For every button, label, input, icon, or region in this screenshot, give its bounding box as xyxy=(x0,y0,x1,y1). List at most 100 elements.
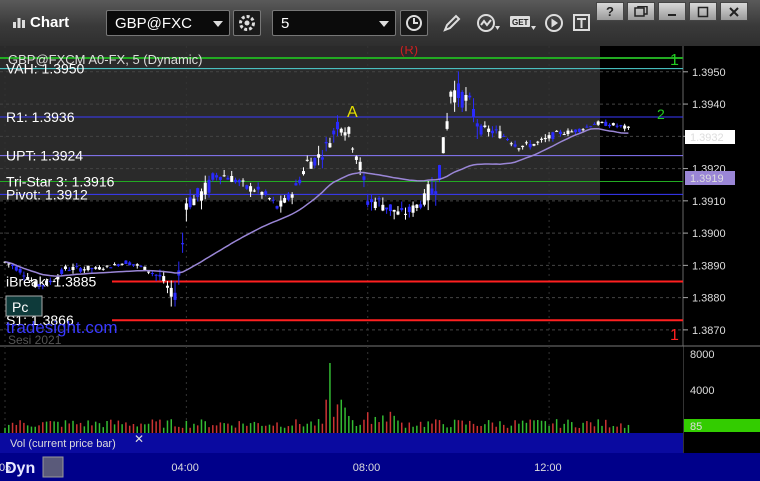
symbol-value: GBP@FXC xyxy=(115,15,192,32)
candle-body xyxy=(203,182,207,195)
candle-body xyxy=(600,121,604,123)
candle-body xyxy=(498,131,502,139)
candle-body xyxy=(233,179,237,183)
get-button[interactable]: GET xyxy=(506,10,536,36)
gear-icon xyxy=(239,15,255,31)
time-axis-corner xyxy=(683,453,760,481)
candle-body xyxy=(260,191,264,195)
candle-body xyxy=(317,154,321,158)
draw-button[interactable] xyxy=(438,10,466,36)
candle-body xyxy=(332,130,336,135)
candle-body xyxy=(94,267,98,269)
settings-button[interactable] xyxy=(233,10,261,36)
play-icon xyxy=(545,14,563,32)
candle-body xyxy=(279,200,283,207)
price-tick-label: 1.3940 xyxy=(692,99,726,111)
marker-2: 2 xyxy=(657,106,665,122)
candle-body xyxy=(162,276,166,282)
candle-body xyxy=(623,125,627,129)
candle-body xyxy=(585,126,589,128)
time-tick-label: 08:00 xyxy=(353,462,381,474)
candle-body xyxy=(67,270,71,272)
candle-body xyxy=(490,130,494,134)
candle-body xyxy=(400,208,404,210)
candle-body xyxy=(267,198,271,200)
candle-body xyxy=(113,264,117,266)
candle-body xyxy=(494,129,498,131)
candle-body xyxy=(109,267,113,269)
time-tick-label: 12:00 xyxy=(534,462,562,474)
marker-a: A xyxy=(347,104,358,121)
candle-body xyxy=(309,161,313,169)
candle-body xyxy=(230,176,234,182)
candle-body xyxy=(524,142,528,144)
candle-body xyxy=(445,121,449,129)
candle-body xyxy=(131,264,135,266)
candle-body xyxy=(86,265,90,271)
candle-body xyxy=(404,213,408,215)
last-price-label: 1.3932 xyxy=(690,132,724,144)
candle-body xyxy=(475,123,479,127)
window-title: Chart xyxy=(30,14,70,31)
price-tick-label: 1.3890 xyxy=(692,260,726,272)
candle-body xyxy=(184,203,188,210)
candle-body xyxy=(506,139,510,141)
time-button[interactable] xyxy=(400,10,428,36)
indicator-button[interactable] xyxy=(472,10,500,36)
close-button[interactable] xyxy=(720,2,748,21)
price-tick-label: 1.3950 xyxy=(692,67,726,79)
candle-body xyxy=(419,204,423,208)
candle-body xyxy=(392,209,396,212)
text-button[interactable] xyxy=(568,10,596,36)
candle-body xyxy=(211,173,215,180)
candle-body xyxy=(199,191,203,201)
candle-body xyxy=(532,144,536,146)
price-tick-label: 1.3900 xyxy=(692,228,726,240)
candle-body xyxy=(468,95,472,98)
candle-body xyxy=(207,179,211,193)
candle-body xyxy=(619,125,623,127)
play-button[interactable] xyxy=(540,10,568,36)
candle-body xyxy=(456,83,460,99)
interval-select[interactable]: 5 xyxy=(272,10,396,36)
candle-body xyxy=(407,206,411,213)
candle-body xyxy=(472,108,476,118)
candle-body xyxy=(48,280,52,283)
price-chart[interactable]: VAH: 1.3950R1: 1.3936UPT: 1.3924Tri-Star… xyxy=(0,46,760,481)
ma-value-label: 1.3919 xyxy=(690,173,724,185)
candle-body xyxy=(434,191,438,194)
restore-button[interactable] xyxy=(627,2,655,21)
candle-body xyxy=(79,268,83,272)
chart-logo-icon xyxy=(13,18,25,28)
candle-body xyxy=(192,198,196,206)
marker-r: (R) xyxy=(400,46,418,57)
candle-body xyxy=(581,129,585,131)
candle-body xyxy=(464,94,468,101)
candle-body xyxy=(570,131,574,133)
minimize-button[interactable] xyxy=(658,2,686,21)
dyn-toggle[interactable] xyxy=(42,456,64,478)
candle-body xyxy=(237,179,241,183)
help-button[interactable]: ? xyxy=(596,2,624,21)
candle-body xyxy=(320,157,324,160)
candle-body xyxy=(555,130,559,132)
price-tick-label: 1.3910 xyxy=(692,196,726,208)
candle-body xyxy=(218,176,222,180)
candle-body xyxy=(82,269,86,271)
candle-body xyxy=(422,193,426,205)
candle-body xyxy=(540,138,544,140)
candle-body xyxy=(551,132,555,139)
volume-tick-mid: 4000 xyxy=(690,385,714,397)
candle-body xyxy=(283,198,287,203)
candle-body xyxy=(626,126,630,128)
candle-body xyxy=(547,135,551,139)
candle-body xyxy=(358,161,362,171)
candle-body xyxy=(29,280,33,282)
candle-body xyxy=(169,287,173,297)
candle-body xyxy=(275,206,279,209)
candle-body xyxy=(460,91,464,108)
maximize-button[interactable] xyxy=(689,2,717,21)
clock-icon xyxy=(406,15,422,31)
symbol-select[interactable]: GBP@FXC xyxy=(106,10,230,36)
volume-close-icon[interactable]: ✕ xyxy=(134,432,144,446)
